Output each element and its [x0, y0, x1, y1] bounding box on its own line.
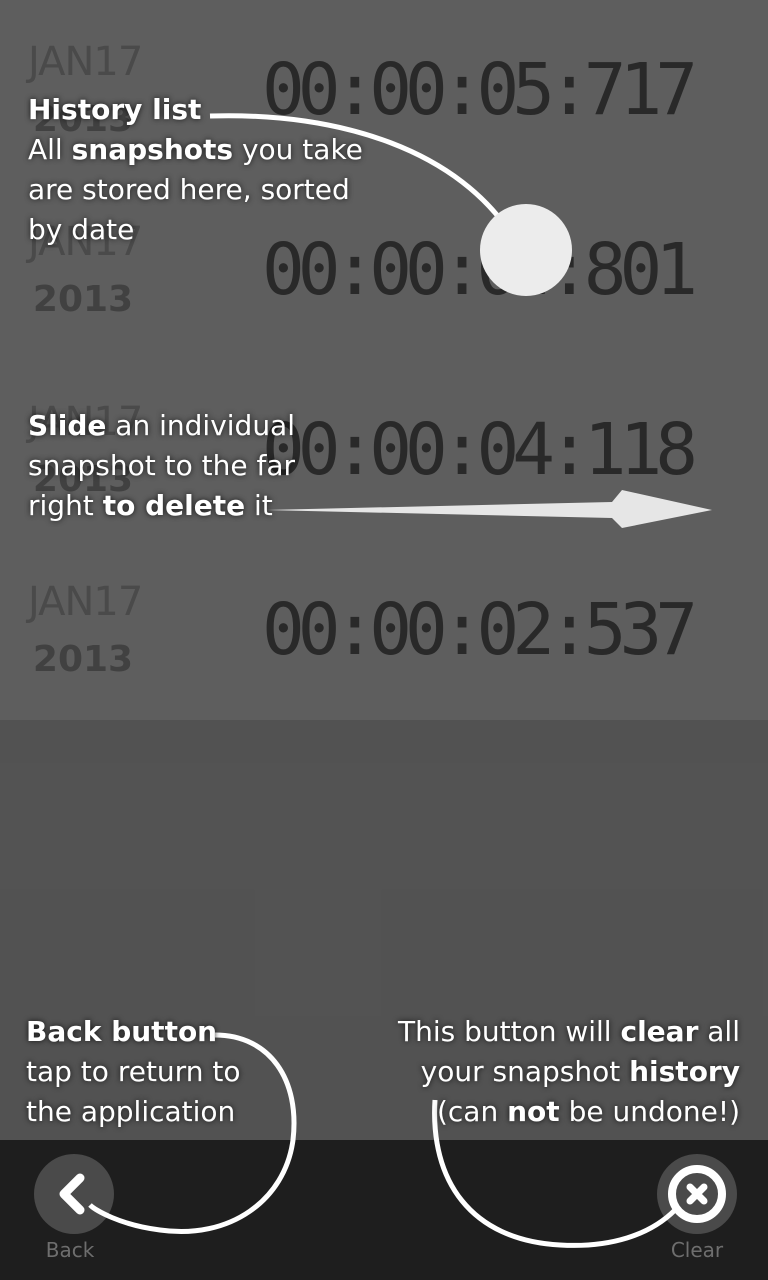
clear-note-text: all: [698, 1015, 740, 1048]
history-note-text: by date: [28, 213, 135, 246]
clear-note-bold: not: [507, 1095, 560, 1128]
clear-note-bold: history: [629, 1055, 740, 1088]
history-note-bold: snapshots: [71, 133, 234, 166]
history-note-text: All: [28, 133, 72, 166]
back-note-text: the application: [26, 1095, 236, 1128]
slide-note-text: snapshot to the far: [28, 449, 295, 482]
clear-note-text: be undone!): [559, 1095, 740, 1128]
clear-note-text: This button will: [397, 1015, 621, 1048]
back-button[interactable]: [34, 1154, 114, 1234]
clear-button[interactable]: [657, 1154, 737, 1234]
back-note-text: tap to return to: [26, 1055, 241, 1088]
slide-note-bold: to delete: [102, 489, 246, 522]
slide-note-bold: Slide: [28, 409, 107, 442]
history-note-text: you take: [233, 133, 363, 166]
slide-note-text: an individual: [106, 409, 295, 442]
bottom-bar: Back Clear: [0, 1140, 768, 1280]
clear-note-bold: clear: [620, 1015, 699, 1048]
back-label: Back: [45, 1238, 95, 1262]
clear-label: Clear: [670, 1238, 724, 1262]
chevron-left-icon: [59, 1173, 85, 1215]
slide-note: Slide an individual snapshot to the far …: [28, 406, 295, 526]
slide-note-text: it: [245, 489, 273, 522]
history-note: History list All snapshots you take are …: [28, 90, 363, 250]
slide-note-text: right: [28, 489, 103, 522]
back-note-title: Back button: [26, 1015, 218, 1048]
clear-note-text: your snapshot: [420, 1055, 630, 1088]
clear-note-text: (can: [436, 1095, 508, 1128]
close-circle-icon: [668, 1165, 726, 1223]
history-note-text: are stored here, sorted: [28, 173, 350, 206]
clear-note: This button will clear all your snapshot…: [398, 1012, 740, 1132]
back-note: Back button tap to return to the applica…: [26, 1012, 240, 1132]
history-note-title: History list: [28, 93, 202, 126]
